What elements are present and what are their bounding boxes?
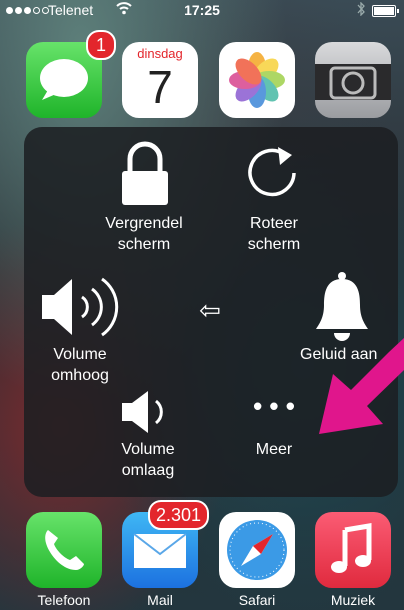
more-dots-icon: • • •	[253, 391, 295, 421]
safari-app-label: Safari	[238, 592, 276, 608]
calendar-day-number: 7	[147, 61, 173, 113]
phone-app-label: Telefoon	[37, 592, 91, 608]
music-app-label: Muziek	[330, 592, 376, 608]
messages-badge: 1	[86, 30, 116, 60]
status-bar: Telenet 17:25	[0, 0, 404, 22]
volume-down-button[interactable]: Volume omlaag	[98, 383, 198, 483]
photos-app-icon[interactable]	[219, 42, 295, 118]
mail-badge: 2.301	[148, 500, 210, 530]
volume-up-button[interactable]: Volume omhoog	[30, 267, 140, 385]
volume-up-icon	[42, 277, 119, 337]
volume-down-icon	[122, 391, 163, 433]
music-app-icon[interactable]	[315, 512, 391, 588]
lock-icon	[122, 141, 168, 205]
more-label: Meer	[255, 441, 293, 458]
calendar-app-icon[interactable]: dinsdag 7	[122, 42, 198, 118]
volume-up-label: Volume omhoog	[51, 346, 109, 384]
clock: 17:25	[184, 2, 220, 18]
volume-down-label: Volume omlaag	[121, 441, 175, 479]
safari-app-icon[interactable]	[219, 512, 295, 588]
back-arrow-button[interactable]: ⇦	[190, 295, 230, 325]
more-button[interactable]: • • • Meer	[224, 383, 324, 483]
rotate-icon	[248, 147, 296, 197]
camera-app-icon[interactable]	[315, 42, 391, 118]
lock-screen-button[interactable]: Vergrendel scherm	[84, 141, 204, 261]
rotate-screen-label: Roteer scherm	[247, 215, 301, 253]
calendar-day-name: dinsdag	[137, 46, 183, 61]
battery-icon	[372, 5, 399, 17]
mail-app-label: Mail	[147, 592, 173, 608]
pointer-arrow-annotation	[319, 338, 404, 434]
bluetooth-icon	[356, 1, 366, 19]
rotate-screen-button[interactable]: Roteer scherm	[214, 141, 334, 261]
lock-screen-label: Vergrendel scherm	[105, 215, 183, 253]
phone-app-icon[interactable]	[26, 512, 102, 588]
